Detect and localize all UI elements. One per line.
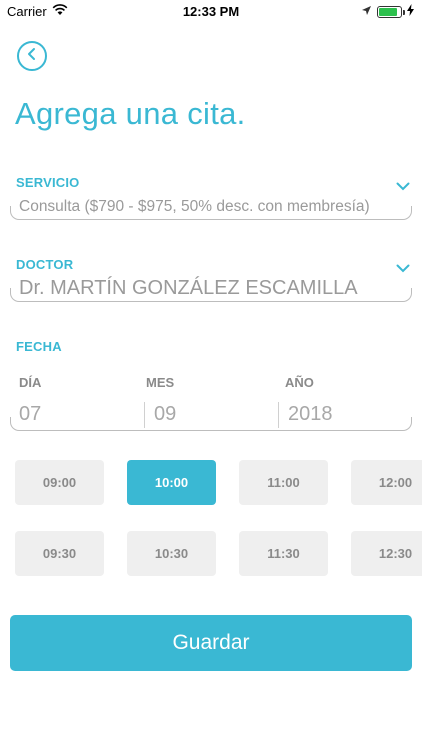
time-slot-button[interactable]: 10:30: [127, 531, 216, 576]
fecha-label: FECHA: [16, 339, 62, 354]
time-row-2: 09:30 10:30 11:30 12:30: [0, 531, 422, 577]
time-slot-button[interactable]: 12:00: [351, 460, 422, 505]
time-slot-button[interactable]: 10:00: [127, 460, 216, 505]
chevron-left-icon: [26, 47, 38, 66]
doctor-underline: [10, 288, 412, 302]
doctor-chevron-down-icon[interactable]: [396, 260, 410, 278]
location-arrow-icon: [361, 4, 372, 19]
page-title: Agrega una cita.: [15, 96, 246, 131]
servicio-underline: [10, 206, 412, 220]
save-button[interactable]: Guardar: [10, 615, 412, 671]
servicio-chevron-down-icon[interactable]: [396, 178, 410, 196]
status-time: 12:33 PM: [182, 4, 240, 19]
time-slot-button[interactable]: 09:00: [15, 460, 104, 505]
time-slot-button[interactable]: 09:30: [15, 531, 104, 576]
time-row-1: 09:00 10:00 11:00 12:00: [0, 460, 422, 506]
battery-fill: [379, 7, 397, 16]
doctor-label: DOCTOR: [16, 257, 74, 272]
year-label: AÑO: [285, 375, 314, 390]
time-slot-button[interactable]: 11:30: [239, 531, 328, 576]
servicio-label: SERVICIO: [16, 175, 80, 190]
charging-bolt-icon: [407, 4, 414, 19]
status-bar: Carrier 12:33 PM: [0, 0, 422, 24]
time-slot-button[interactable]: 11:00: [239, 460, 328, 505]
battery-icon: [377, 5, 405, 18]
status-right: [361, 4, 414, 19]
back-button[interactable]: [17, 41, 47, 71]
day-label: DÍA: [19, 375, 42, 390]
fecha-underline: [10, 417, 412, 431]
month-label: MES: [146, 375, 175, 390]
time-slot-button[interactable]: 12:30: [351, 531, 422, 576]
